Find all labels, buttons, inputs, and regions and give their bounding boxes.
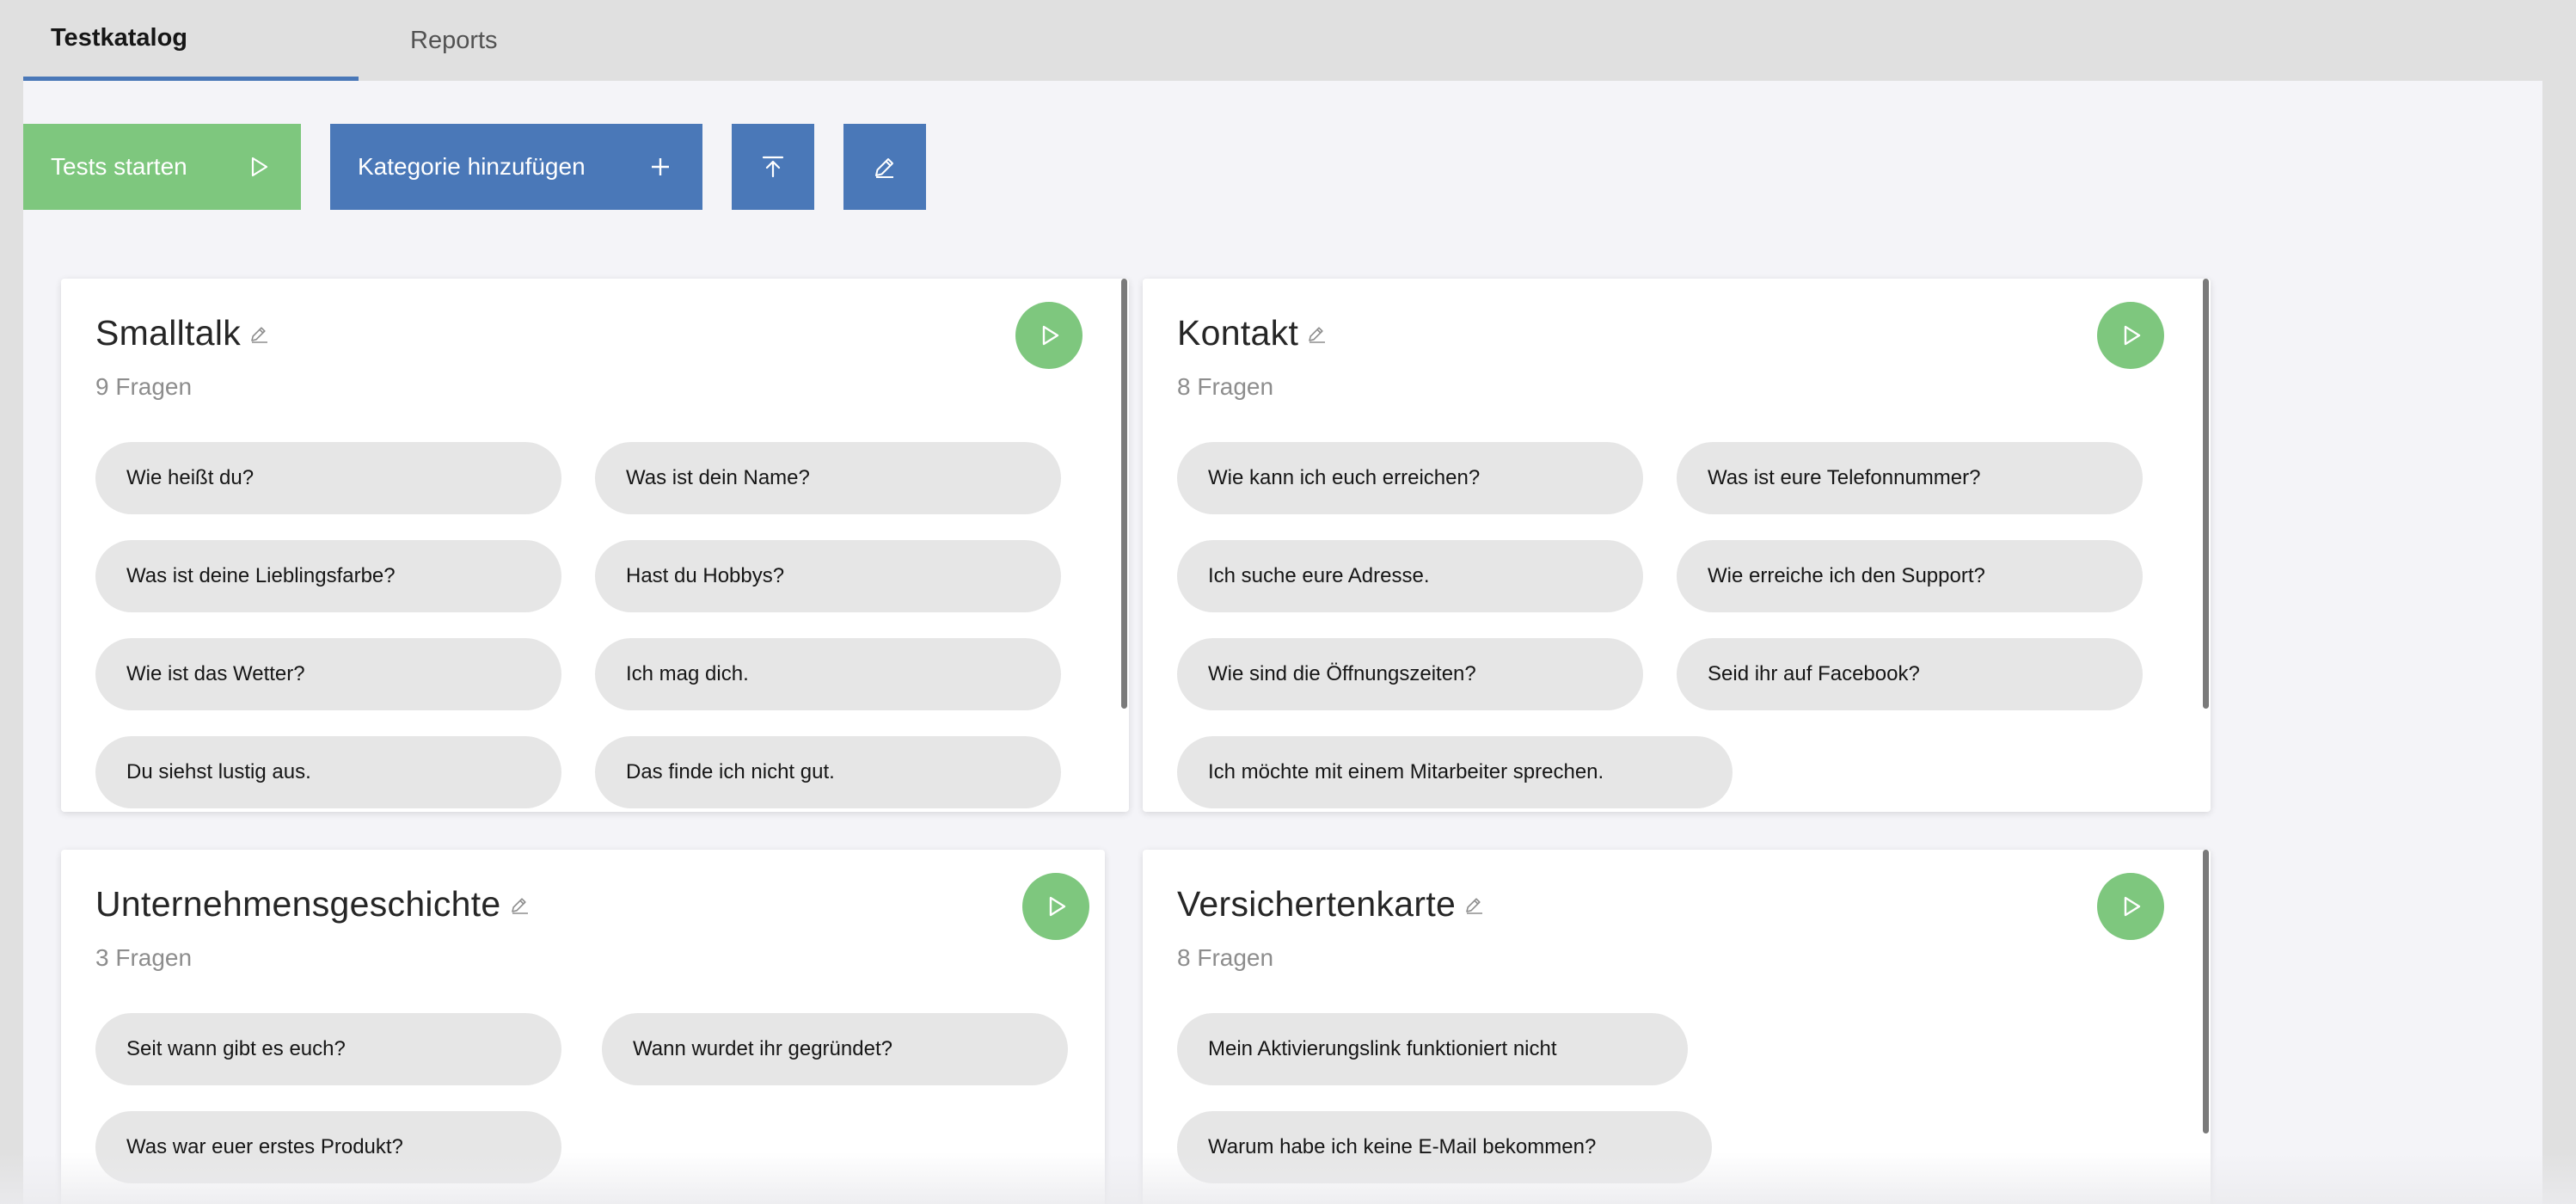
question-count: 8 Fragen <box>1177 373 1274 400</box>
run-category-play-button[interactable] <box>2097 873 2164 940</box>
play-icon <box>1049 896 1066 917</box>
question-chip[interactable]: Seid ihr auf Facebook? <box>1677 638 2143 710</box>
plus-icon <box>647 154 673 180</box>
question-chip[interactable]: Wie erreiche ich den Support? <box>1677 540 2143 612</box>
card-title-row: Unternehmensgeschichte <box>95 884 532 924</box>
card-scrollbar[interactable] <box>1121 279 1127 709</box>
question-chip[interactable]: Hast du Hobbys? <box>595 540 1061 612</box>
question-chip[interactable]: Ich mag dich. <box>595 638 1061 710</box>
card-title: Kontakt <box>1177 313 1299 353</box>
upload-icon <box>760 154 786 180</box>
question-chip[interactable]: Warum habe ich keine E-Mail bekommen? <box>1177 1111 1712 1183</box>
card-scrollbar[interactable] <box>2203 279 2209 709</box>
category-card-kontakt: Kontakt 8 Fragen Wie kann ich euch errei… <box>1143 279 2211 812</box>
question-count: 9 Fragen <box>95 373 193 400</box>
question-chip[interactable]: Wie kann ich euch erreichen? <box>1177 442 1643 514</box>
question-chip[interactable]: Ich suche eure Adresse. <box>1177 540 1643 612</box>
pencil-icon <box>872 154 898 180</box>
add-category-label: Kategorie hinzufügen <box>358 153 586 180</box>
category-card-unternehmensgeschichte: Unternehmensgeschichte 3 Fragen Seit wan… <box>61 850 1105 1204</box>
question-chip[interactable]: Was ist dein Name? <box>595 442 1061 514</box>
edit-title-pencil-icon[interactable] <box>1307 322 1329 345</box>
edit-title-pencil-icon[interactable] <box>510 894 532 916</box>
play-icon <box>1042 325 1059 346</box>
question-chip[interactable]: Seit wann gibt es euch? <box>95 1013 561 1085</box>
tab-reports[interactable]: Reports <box>359 0 498 81</box>
play-icon <box>246 154 272 180</box>
card-scrollbar[interactable] <box>2203 850 2209 1133</box>
upload-button[interactable] <box>732 124 814 210</box>
category-card-smalltalk: Smalltalk 9 Fragen Wie heißt du? Was ist… <box>61 279 1129 812</box>
play-icon <box>2124 325 2141 346</box>
play-icon <box>2124 896 2141 917</box>
question-count: 8 Fragen <box>1177 944 1274 971</box>
question-chip[interactable]: Du siehst lustig aus. <box>95 736 561 808</box>
question-chip[interactable]: Das finde ich nicht gut. <box>595 736 1061 808</box>
run-category-play-button[interactable] <box>1022 873 1089 940</box>
question-chip[interactable]: Was ist deine Lieblingsfarbe? <box>95 540 561 612</box>
question-chip[interactable]: Wie ist das Wetter? <box>95 638 561 710</box>
card-title-row: Kontakt <box>1177 313 1329 353</box>
category-card-versichertenkarte: Versichertenkarte 8 Fragen Mein Aktivier… <box>1143 850 2211 1204</box>
add-category-button[interactable]: Kategorie hinzufügen <box>330 124 702 210</box>
edit-button[interactable] <box>843 124 926 210</box>
edit-title-pencil-icon[interactable] <box>249 322 272 345</box>
card-title: Unternehmensgeschichte <box>95 884 501 924</box>
card-title-row: Versichertenkarte <box>1177 884 1487 924</box>
tab-testkatalog[interactable]: Testkatalog <box>23 0 359 81</box>
card-title-row: Smalltalk <box>95 313 272 353</box>
card-title: Versichertenkarte <box>1177 884 1457 924</box>
card-title: Smalltalk <box>95 313 242 353</box>
question-chip[interactable]: Mein Aktivierungslink funktioniert nicht <box>1177 1013 1688 1085</box>
content-panel: Tests starten Kategorie hinzufügen Small… <box>23 81 2542 1204</box>
start-tests-label: Tests starten <box>51 153 187 180</box>
start-tests-button[interactable]: Tests starten <box>23 124 301 210</box>
app-window: Testkatalog Reports Tests starten Katego… <box>0 0 2576 1204</box>
question-chip[interactable]: Wie heißt du? <box>95 442 561 514</box>
question-chip[interactable]: Was ist eure Telefonnummer? <box>1677 442 2143 514</box>
question-count: 3 Fragen <box>95 944 193 971</box>
run-category-play-button[interactable] <box>2097 302 2164 369</box>
question-chip[interactable]: Was war euer erstes Produkt? <box>95 1111 561 1183</box>
question-chip[interactable]: Wie sind die Öffnungszeiten? <box>1177 638 1643 710</box>
question-chip[interactable]: Wann wurdet ihr gegründet? <box>602 1013 1068 1085</box>
question-chip[interactable]: Ich möchte mit einem Mitarbeiter spreche… <box>1177 736 1733 808</box>
tab-bar: Testkatalog Reports <box>23 0 498 81</box>
run-category-play-button[interactable] <box>1015 302 1083 369</box>
edit-title-pencil-icon[interactable] <box>1464 894 1487 916</box>
